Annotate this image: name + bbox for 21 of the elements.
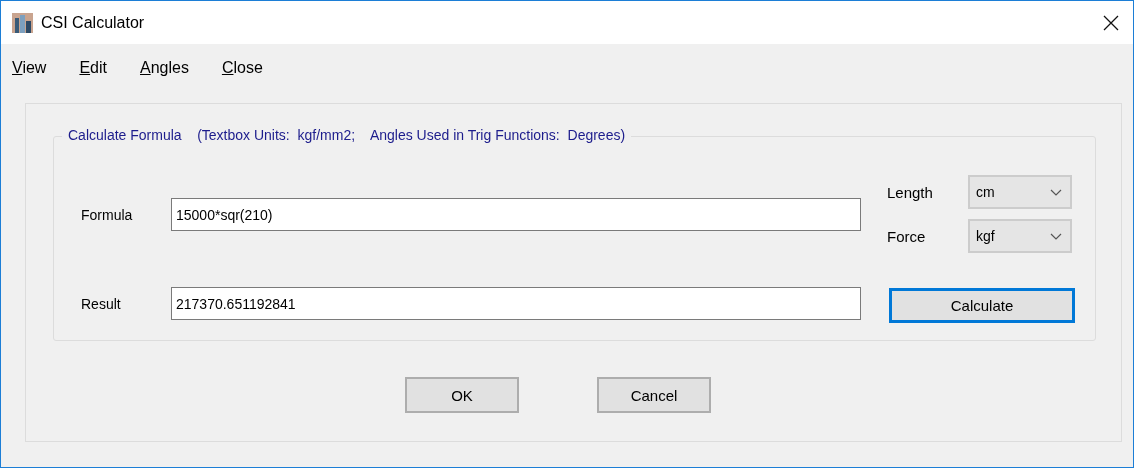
text-field[interactable]: 15000*sqr(210) [171, 198, 861, 231]
menu-item[interactable]: Edit [68, 59, 107, 77]
field-label: Formula [81, 206, 134, 223]
unit-label: Length [887, 183, 934, 201]
text-field[interactable]: 217370.651192841 [171, 287, 861, 320]
unit-label: Force [887, 227, 927, 245]
unit-dropdown[interactable]: kgf [968, 219, 1072, 253]
dialog-button[interactable]: OK [405, 377, 519, 413]
field-label: Result [81, 295, 122, 312]
window-title: CSI Calculator [41, 13, 146, 32]
chevron-down-icon [1050, 188, 1062, 196]
app-icon [12, 12, 33, 33]
close-icon[interactable] [1103, 14, 1119, 31]
group-legend: Calculate Formula (Textbox Units: kgf/mm2; Angles Used in Trig Functions: Degrees) [62, 127, 632, 143]
calculate-button[interactable]: Calculate [889, 288, 1075, 323]
chevron-down-icon [1050, 232, 1062, 240]
dialog-button[interactable]: Cancel [597, 377, 711, 413]
menu-item[interactable]: View [1, 59, 47, 77]
menu-item[interactable]: Close [210, 59, 263, 77]
menu-item[interactable]: Angles [129, 59, 189, 77]
unit-dropdown[interactable]: cm [968, 175, 1072, 209]
